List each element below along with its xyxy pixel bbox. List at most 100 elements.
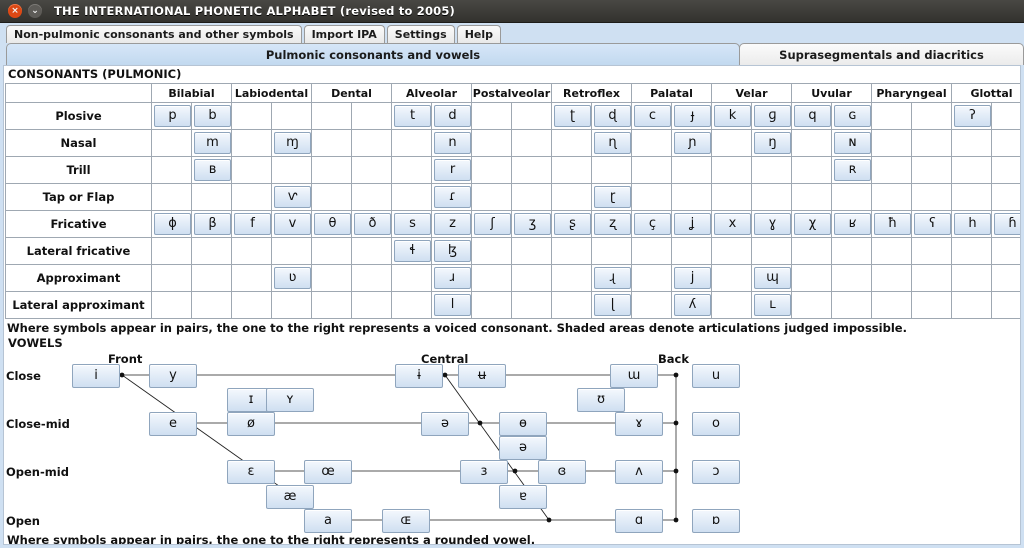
ipa-symbol-button[interactable]: n bbox=[434, 132, 471, 154]
ipa-symbol-button[interactable]: ɦ bbox=[994, 213, 1020, 235]
application-frame: Non-pulmonic consonants and other symbol… bbox=[0, 23, 1024, 548]
vowel-symbol-button[interactable]: ɒ bbox=[692, 509, 740, 533]
vowel-symbol-button[interactable]: ɛ bbox=[227, 460, 275, 484]
main-tab-1[interactable]: Suprasegmentals and diacritics bbox=[739, 43, 1024, 65]
close-icon[interactable]: × bbox=[8, 4, 22, 18]
ipa-symbol-button[interactable]: ŋ bbox=[754, 132, 791, 154]
menu-tab-2[interactable]: Settings bbox=[386, 25, 455, 43]
ipa-symbol-button[interactable]: ɰ bbox=[754, 267, 791, 289]
vowel-symbol-button[interactable]: ø bbox=[227, 412, 275, 436]
ipa-symbol-button[interactable]: v bbox=[274, 213, 311, 235]
ipa-symbol-button[interactable]: ʈ bbox=[554, 105, 591, 127]
ipa-symbol-button[interactable]: q bbox=[794, 105, 831, 127]
vowel-symbol-button[interactable]: ʏ bbox=[266, 388, 314, 412]
vowel-symbol-button[interactable]: ɨ bbox=[395, 364, 443, 388]
ipa-symbol-button[interactable]: ʙ bbox=[194, 159, 231, 181]
ipa-symbol-button[interactable]: ɭ bbox=[594, 294, 631, 316]
ipa-symbol-button[interactable]: ʕ bbox=[914, 213, 951, 235]
ipa-symbol-button[interactable]: x bbox=[714, 213, 751, 235]
ipa-symbol-button[interactable]: ɳ bbox=[594, 132, 631, 154]
ipa-symbol-button[interactable]: j bbox=[674, 267, 711, 289]
vowel-symbol-button[interactable]: u bbox=[692, 364, 740, 388]
ipa-symbol-button[interactable]: ʔ bbox=[954, 105, 991, 127]
ipa-symbol-button[interactable]: ɡ bbox=[754, 105, 791, 127]
vowel-symbol-button[interactable]: ɶ bbox=[382, 509, 430, 533]
vowel-symbol-button[interactable]: e bbox=[149, 412, 197, 436]
ipa-symbol-button[interactable]: ɟ bbox=[674, 105, 711, 127]
consonant-cell bbox=[751, 237, 792, 265]
ipa-symbol-button[interactable]: ɢ bbox=[834, 105, 871, 127]
ipa-symbol-button[interactable]: ɾ bbox=[434, 186, 471, 208]
ipa-symbol-button[interactable]: ɽ bbox=[594, 186, 631, 208]
ipa-symbol-button[interactable]: β bbox=[194, 213, 231, 235]
main-tab-0[interactable]: Pulmonic consonants and vowels bbox=[6, 43, 740, 65]
vowel-symbol-button[interactable]: ɯ bbox=[610, 364, 658, 388]
ipa-symbol-button[interactable]: m bbox=[194, 132, 231, 154]
menu-tab-3[interactable]: Help bbox=[456, 25, 502, 43]
ipa-symbol-button[interactable]: ɲ bbox=[674, 132, 711, 154]
ipa-symbol-button[interactable]: ɣ bbox=[754, 213, 791, 235]
minimize-icon[interactable]: ⌄ bbox=[28, 4, 42, 18]
ipa-symbol-button[interactable]: d bbox=[434, 105, 471, 127]
ipa-symbol-button[interactable]: ɴ bbox=[834, 132, 871, 154]
vowel-symbol-button[interactable]: ʊ bbox=[577, 388, 625, 412]
consonant-row-label-0: Plosive bbox=[5, 102, 152, 130]
ipa-symbol-button[interactable]: z bbox=[434, 213, 471, 235]
ipa-symbol-button[interactable]: ɬ bbox=[394, 240, 431, 262]
ipa-symbol-button[interactable]: ç bbox=[634, 213, 671, 235]
consonant-row-label-7: Lateral approximant bbox=[5, 291, 152, 319]
ipa-symbol-button[interactable]: p bbox=[154, 105, 191, 127]
vowel-symbol-button[interactable]: ɵ bbox=[499, 412, 547, 436]
consonant-cell bbox=[551, 264, 592, 292]
ipa-symbol-button[interactable]: ʁ bbox=[834, 213, 871, 235]
ipa-symbol-button[interactable]: s bbox=[394, 213, 431, 235]
ipa-symbol-button[interactable]: ʂ bbox=[554, 213, 591, 235]
ipa-symbol-button[interactable]: r bbox=[434, 159, 471, 181]
ipa-symbol-button[interactable]: f bbox=[234, 213, 271, 235]
vowel-symbol-button[interactable]: i bbox=[72, 364, 120, 388]
vowel-symbol-button[interactable]: a bbox=[304, 509, 352, 533]
ipa-symbol-button[interactable]: ɹ bbox=[434, 267, 471, 289]
vowel-symbol-button[interactable]: ʉ bbox=[458, 364, 506, 388]
vowel-symbol-button[interactable]: ə bbox=[499, 436, 547, 460]
ipa-symbol-button[interactable]: ʐ bbox=[594, 213, 631, 235]
ipa-symbol-button[interactable]: ħ bbox=[874, 213, 911, 235]
ipa-symbol-button[interactable]: θ bbox=[314, 213, 351, 235]
ipa-symbol-button[interactable]: c bbox=[634, 105, 671, 127]
ipa-symbol-button[interactable]: ʋ bbox=[274, 267, 311, 289]
ipa-symbol-button[interactable]: h bbox=[954, 213, 991, 235]
vowel-symbol-button[interactable]: ɜ bbox=[460, 460, 508, 484]
ipa-symbol-button[interactable]: ⱱ bbox=[274, 186, 311, 208]
ipa-symbol-button[interactable]: ʝ bbox=[674, 213, 711, 235]
menu-tab-1[interactable]: Import IPA bbox=[303, 25, 385, 43]
consonant-corner-cell bbox=[5, 83, 152, 103]
vowel-symbol-button[interactable]: ɐ bbox=[499, 485, 547, 509]
vowel-symbol-button[interactable]: œ bbox=[304, 460, 352, 484]
ipa-symbol-button[interactable]: ɻ bbox=[594, 267, 631, 289]
vowel-symbol-button[interactable]: ə bbox=[421, 412, 469, 436]
ipa-symbol-button[interactable]: ɸ bbox=[154, 213, 191, 235]
ipa-symbol-button[interactable]: ʃ bbox=[474, 213, 511, 235]
vowel-symbol-button[interactable]: ɑ bbox=[615, 509, 663, 533]
ipa-symbol-button[interactable]: l bbox=[434, 294, 471, 316]
ipa-symbol-button[interactable]: ɖ bbox=[594, 105, 631, 127]
vowel-symbol-button[interactable]: ɞ bbox=[538, 460, 586, 484]
vowel-symbol-button[interactable]: ʌ bbox=[615, 460, 663, 484]
ipa-symbol-button[interactable]: χ bbox=[794, 213, 831, 235]
ipa-symbol-button[interactable]: t bbox=[394, 105, 431, 127]
vowel-symbol-button[interactable]: o bbox=[692, 412, 740, 436]
ipa-symbol-button[interactable]: ʟ bbox=[754, 294, 791, 316]
vowel-symbol-button[interactable]: ɔ bbox=[692, 460, 740, 484]
vowel-symbol-button[interactable]: ɤ bbox=[615, 412, 663, 436]
ipa-symbol-button[interactable]: k bbox=[714, 105, 751, 127]
ipa-symbol-button[interactable]: b bbox=[194, 105, 231, 127]
ipa-symbol-button[interactable]: ɮ bbox=[434, 240, 471, 262]
ipa-symbol-button[interactable]: ʎ bbox=[674, 294, 711, 316]
menu-tab-0[interactable]: Non-pulmonic consonants and other symbol… bbox=[6, 25, 302, 43]
ipa-symbol-button[interactable]: ð bbox=[354, 213, 391, 235]
ipa-symbol-button[interactable]: ʒ bbox=[514, 213, 551, 235]
vowel-symbol-button[interactable]: y bbox=[149, 364, 197, 388]
ipa-symbol-button[interactable]: ʀ bbox=[834, 159, 871, 181]
vowel-symbol-button[interactable]: æ bbox=[266, 485, 314, 509]
ipa-symbol-button[interactable]: ɱ bbox=[274, 132, 311, 154]
